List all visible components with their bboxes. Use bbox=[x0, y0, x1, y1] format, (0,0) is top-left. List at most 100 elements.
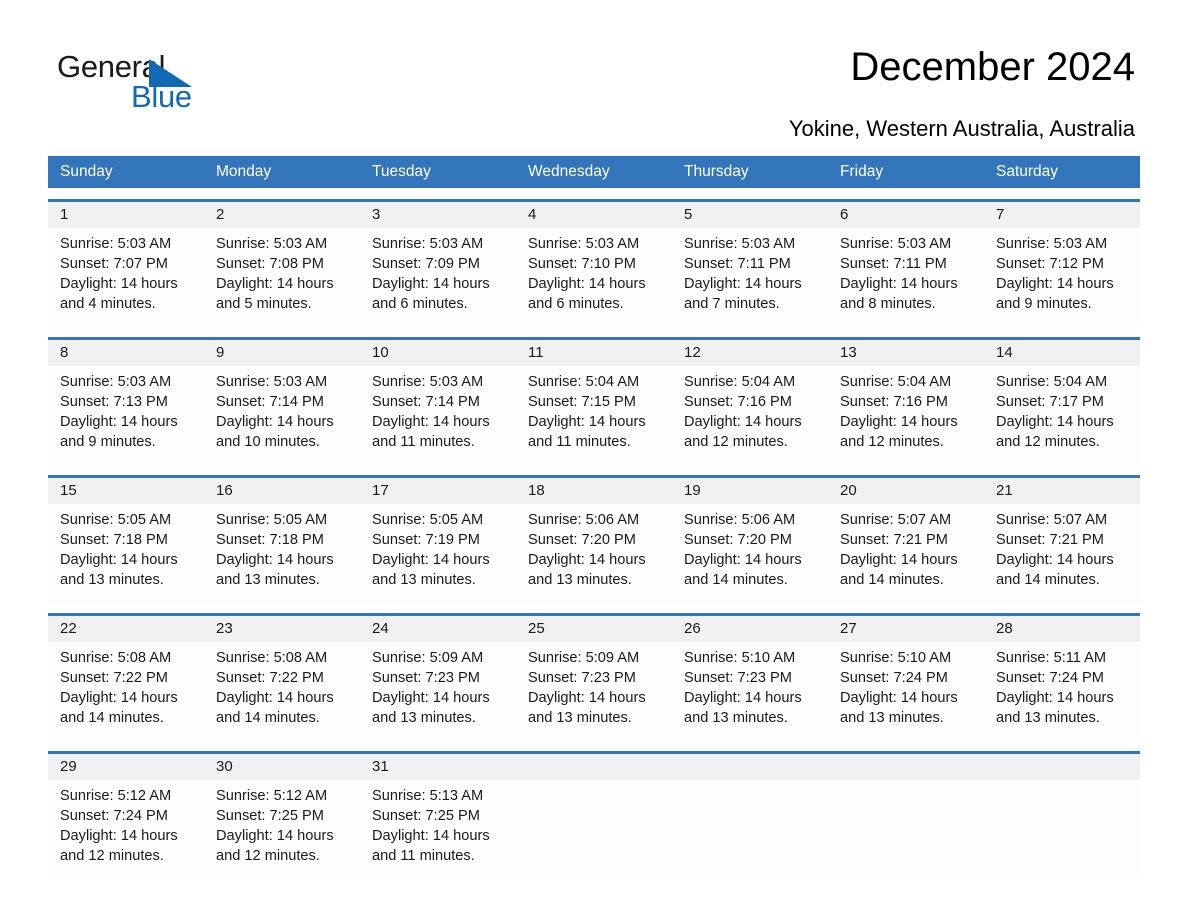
sunset-text: Sunset: 7:09 PM bbox=[372, 256, 480, 272]
page-subtitle-location: Yokine, Western Australia, Australia bbox=[788, 116, 1135, 141]
day-number[interactable]: 24 bbox=[360, 616, 516, 642]
sunset-text: Sunset: 7:22 PM bbox=[60, 670, 168, 686]
day-cell[interactable]: Sunrise: 5:09 AM Sunset: 7:23 PM Dayligh… bbox=[360, 648, 516, 740]
sunrise-text: Sunrise: 5:09 AM bbox=[528, 650, 640, 666]
daylight-text-line2: and 14 minutes. bbox=[684, 572, 788, 588]
day-cell[interactable]: Sunrise: 5:03 AM Sunset: 7:07 PM Dayligh… bbox=[48, 234, 204, 326]
day-cell[interactable]: Sunrise: 5:03 AM Sunset: 7:13 PM Dayligh… bbox=[48, 372, 204, 464]
day-cell[interactable]: Sunrise: 5:12 AM Sunset: 7:24 PM Dayligh… bbox=[48, 786, 204, 878]
sunset-text: Sunset: 7:16 PM bbox=[684, 394, 792, 410]
day-number[interactable]: 14 bbox=[984, 340, 1140, 366]
daylight-text-line1: Daylight: 14 hours bbox=[216, 690, 334, 706]
sunrise-text: Sunrise: 5:10 AM bbox=[684, 650, 796, 666]
day-cell[interactable]: Sunrise: 5:12 AM Sunset: 7:25 PM Dayligh… bbox=[204, 786, 360, 878]
day-cell[interactable]: Sunrise: 5:03 AM Sunset: 7:11 PM Dayligh… bbox=[828, 234, 984, 326]
sunrise-text: Sunrise: 5:03 AM bbox=[372, 236, 484, 252]
day-number[interactable]: 1 bbox=[48, 202, 204, 228]
day-cell[interactable]: Sunrise: 5:07 AM Sunset: 7:21 PM Dayligh… bbox=[828, 510, 984, 602]
sunrise-text: Sunrise: 5:03 AM bbox=[60, 236, 172, 252]
daylight-text-line2: and 14 minutes. bbox=[60, 710, 164, 726]
day-cell[interactable]: Sunrise: 5:03 AM Sunset: 7:14 PM Dayligh… bbox=[204, 372, 360, 464]
day-number[interactable]: 27 bbox=[828, 616, 984, 642]
sunrise-text: Sunrise: 5:07 AM bbox=[840, 512, 952, 528]
daylight-text-line2: and 12 minutes. bbox=[684, 434, 788, 450]
day-number[interactable]: 13 bbox=[828, 340, 984, 366]
day-cell[interactable]: Sunrise: 5:03 AM Sunset: 7:11 PM Dayligh… bbox=[672, 234, 828, 326]
day-cell[interactable]: Sunrise: 5:04 AM Sunset: 7:16 PM Dayligh… bbox=[828, 372, 984, 464]
day-number[interactable]: 18 bbox=[516, 478, 672, 504]
daylight-text-line2: and 11 minutes. bbox=[528, 434, 631, 450]
weekday-header-tuesday: Tuesday bbox=[372, 163, 431, 180]
day-number[interactable]: 19 bbox=[672, 478, 828, 504]
day-number[interactable]: 22 bbox=[48, 616, 204, 642]
day-cell[interactable]: Sunrise: 5:11 AM Sunset: 7:24 PM Dayligh… bbox=[984, 648, 1140, 740]
day-number[interactable]: 16 bbox=[204, 478, 360, 504]
sunset-text: Sunset: 7:24 PM bbox=[996, 670, 1104, 686]
day-number[interactable]: 21 bbox=[984, 478, 1140, 504]
day-number[interactable]: 5 bbox=[672, 202, 828, 228]
day-number[interactable]: 25 bbox=[516, 616, 672, 642]
day-number[interactable]: 12 bbox=[672, 340, 828, 366]
sunset-text: Sunset: 7:21 PM bbox=[996, 532, 1104, 548]
day-cell[interactable]: Sunrise: 5:10 AM Sunset: 7:23 PM Dayligh… bbox=[672, 648, 828, 740]
day-cell[interactable]: Sunrise: 5:03 AM Sunset: 7:12 PM Dayligh… bbox=[984, 234, 1140, 326]
day-cell[interactable]: Sunrise: 5:08 AM Sunset: 7:22 PM Dayligh… bbox=[204, 648, 360, 740]
day-cell[interactable]: Sunrise: 5:03 AM Sunset: 7:14 PM Dayligh… bbox=[360, 372, 516, 464]
day-number[interactable]: 30 bbox=[204, 754, 360, 780]
sunrise-text: Sunrise: 5:05 AM bbox=[372, 512, 484, 528]
day-cell[interactable]: Sunrise: 5:09 AM Sunset: 7:23 PM Dayligh… bbox=[516, 648, 672, 740]
day-number[interactable]: 6 bbox=[828, 202, 984, 228]
day-cell[interactable]: Sunrise: 5:04 AM Sunset: 7:15 PM Dayligh… bbox=[516, 372, 672, 464]
daylight-text-line1: Daylight: 14 hours bbox=[996, 276, 1114, 292]
sunset-text: Sunset: 7:21 PM bbox=[840, 532, 948, 548]
daylight-text-line1: Daylight: 14 hours bbox=[372, 828, 490, 844]
day-number[interactable]: 23 bbox=[204, 616, 360, 642]
weekday-header-monday: Monday bbox=[216, 163, 272, 180]
daylight-text-line1: Daylight: 14 hours bbox=[372, 414, 490, 430]
daylight-text-line1: Daylight: 14 hours bbox=[60, 552, 178, 568]
day-cell[interactable]: Sunrise: 5:04 AM Sunset: 7:16 PM Dayligh… bbox=[672, 372, 828, 464]
day-number[interactable]: 9 bbox=[204, 340, 360, 366]
day-number[interactable]: 17 bbox=[360, 478, 516, 504]
day-cell[interactable]: Sunrise: 5:06 AM Sunset: 7:20 PM Dayligh… bbox=[672, 510, 828, 602]
day-cell-empty bbox=[984, 786, 1140, 878]
daylight-text-line1: Daylight: 14 hours bbox=[840, 552, 958, 568]
daylight-text-line2: and 13 minutes. bbox=[528, 572, 632, 588]
day-cell[interactable]: Sunrise: 5:08 AM Sunset: 7:22 PM Dayligh… bbox=[48, 648, 204, 740]
day-cell[interactable]: Sunrise: 5:07 AM Sunset: 7:21 PM Dayligh… bbox=[984, 510, 1140, 602]
general-blue-logo[interactable]: General Blue bbox=[57, 50, 217, 120]
day-number[interactable]: 15 bbox=[48, 478, 204, 504]
day-number[interactable]: 10 bbox=[360, 340, 516, 366]
daylight-text-line1: Daylight: 14 hours bbox=[684, 552, 802, 568]
day-cell[interactable]: Sunrise: 5:04 AM Sunset: 7:17 PM Dayligh… bbox=[984, 372, 1140, 464]
day-number[interactable]: 29 bbox=[48, 754, 204, 780]
day-number[interactable]: 3 bbox=[360, 202, 516, 228]
day-cell[interactable]: Sunrise: 5:03 AM Sunset: 7:10 PM Dayligh… bbox=[516, 234, 672, 326]
day-cell[interactable]: Sunrise: 5:03 AM Sunset: 7:09 PM Dayligh… bbox=[360, 234, 516, 326]
day-number[interactable]: 8 bbox=[48, 340, 204, 366]
daylight-text-line1: Daylight: 14 hours bbox=[528, 414, 646, 430]
daylight-text-line2: and 4 minutes. bbox=[60, 296, 156, 312]
day-cell[interactable]: Sunrise: 5:13 AM Sunset: 7:25 PM Dayligh… bbox=[360, 786, 516, 878]
day-number[interactable]: 28 bbox=[984, 616, 1140, 642]
daylight-text-line1: Daylight: 14 hours bbox=[684, 414, 802, 430]
day-cell[interactable]: Sunrise: 5:10 AM Sunset: 7:24 PM Dayligh… bbox=[828, 648, 984, 740]
day-cell[interactable]: Sunrise: 5:05 AM Sunset: 7:18 PM Dayligh… bbox=[48, 510, 204, 602]
day-cell[interactable]: Sunrise: 5:05 AM Sunset: 7:19 PM Dayligh… bbox=[360, 510, 516, 602]
day-cell[interactable]: Sunrise: 5:03 AM Sunset: 7:08 PM Dayligh… bbox=[204, 234, 360, 326]
daylight-text-line1: Daylight: 14 hours bbox=[996, 414, 1114, 430]
daylight-text-line2: and 12 minutes. bbox=[216, 848, 320, 864]
day-number[interactable]: 26 bbox=[672, 616, 828, 642]
daylight-text-line1: Daylight: 14 hours bbox=[528, 276, 646, 292]
day-number[interactable]: 4 bbox=[516, 202, 672, 228]
day-number[interactable]: 31 bbox=[360, 754, 516, 780]
day-number[interactable]: 2 bbox=[204, 202, 360, 228]
day-number[interactable]: 7 bbox=[984, 202, 1140, 228]
day-cell[interactable]: Sunrise: 5:05 AM Sunset: 7:18 PM Dayligh… bbox=[204, 510, 360, 602]
day-number[interactable]: 11 bbox=[516, 340, 672, 366]
sunset-text: Sunset: 7:24 PM bbox=[840, 670, 948, 686]
daylight-text-line2: and 8 minutes. bbox=[840, 296, 936, 312]
week-detail-band: Sunrise: 5:03 AM Sunset: 7:13 PM Dayligh… bbox=[48, 366, 1140, 464]
day-cell[interactable]: Sunrise: 5:06 AM Sunset: 7:20 PM Dayligh… bbox=[516, 510, 672, 602]
day-number[interactable]: 20 bbox=[828, 478, 984, 504]
